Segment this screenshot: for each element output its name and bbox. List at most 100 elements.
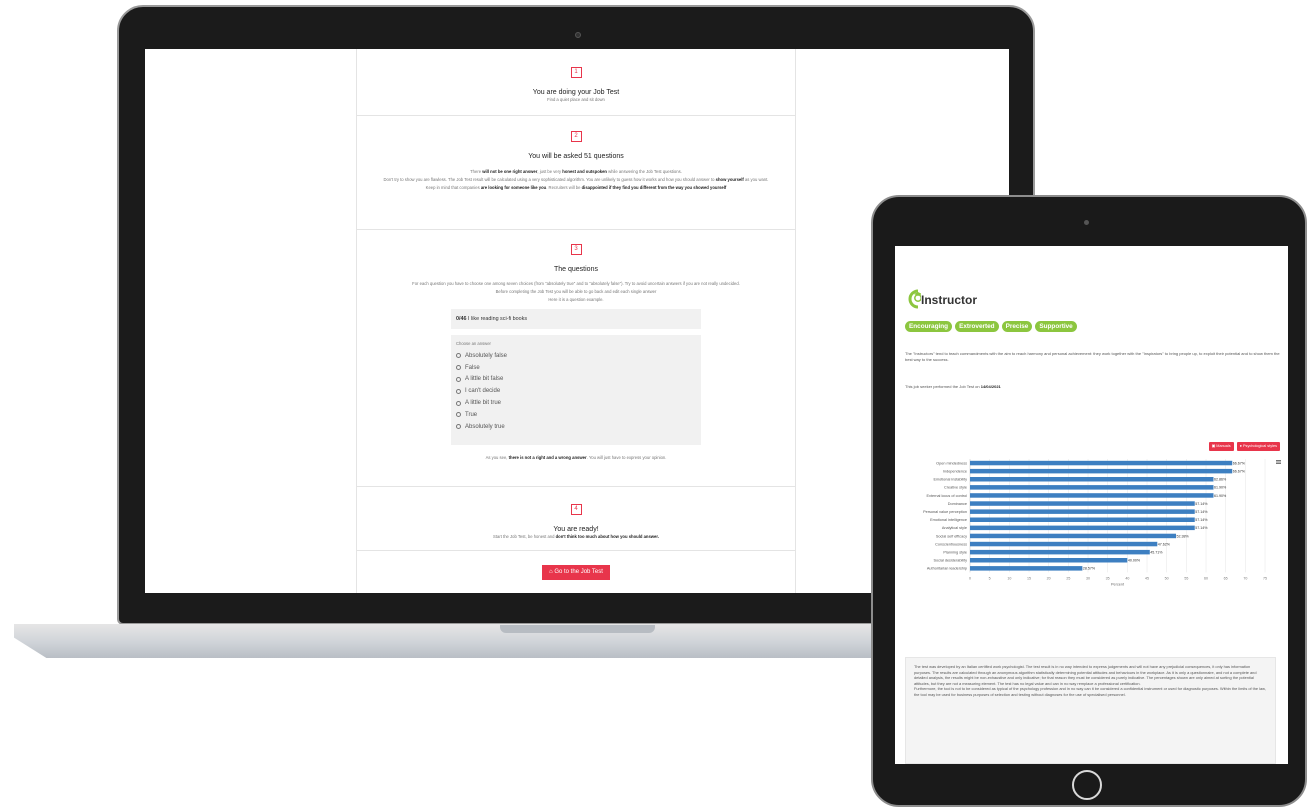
data-label: 57.14%: [1195, 510, 1208, 514]
data-label: 52.38%: [1177, 534, 1190, 538]
step-subtitle: Start the Job Test, be honest and don't …: [365, 534, 787, 540]
bold-text: disappointed if they find you different …: [581, 185, 727, 190]
text: Keep in mind that companies: [425, 185, 481, 190]
answer-option[interactable]: A little bit false: [456, 374, 696, 386]
step-3-section: 3 The questions For each question you ha…: [357, 230, 795, 487]
tablet-camera: [1084, 220, 1089, 225]
answer-option[interactable]: A little bit true: [456, 397, 696, 409]
test-date: 14/04/2021: [980, 384, 1001, 389]
step-text: Here it is a question example.: [548, 297, 604, 302]
x-tick-label: 25: [1066, 576, 1070, 580]
answer-option[interactable]: I can't decide: [456, 385, 696, 397]
bold-text: there is not a right and a wrong answer: [508, 455, 587, 460]
step-title: You are doing your Job Test: [532, 89, 620, 96]
bar: [970, 517, 1195, 522]
chart-menu-icon[interactable]: [1276, 460, 1281, 464]
tag-badge: Precise: [1001, 321, 1033, 332]
option-label: True: [465, 411, 478, 418]
button-label: Psychological styles: [1243, 444, 1277, 448]
x-tick-label: 40: [1125, 576, 1129, 580]
question-counter: 0/46: [456, 316, 467, 322]
bold-text: will not be one right answer: [482, 169, 538, 174]
data-label: 66.67%: [1233, 461, 1246, 465]
instructor-profile-icon: [908, 289, 921, 309]
x-tick-label: 35: [1106, 576, 1110, 580]
go-to-job-test-button[interactable]: ⌂ Go to the Job Test: [542, 565, 610, 580]
step-2-section: 2 You will be asked 51 questions There w…: [357, 116, 795, 230]
text: This job seeker performed the Job Test o…: [905, 384, 981, 389]
radio-button[interactable]: [456, 424, 461, 430]
category-label: Open mindedness: [936, 461, 967, 465]
menu-line: [1276, 463, 1281, 464]
tablet-screen: Instructor Encouraging Extroverted Preci…: [895, 246, 1288, 764]
answer-box: Choose an answer Absolutely false False …: [451, 335, 701, 445]
bar: [970, 558, 1128, 563]
home-icon: ⌂: [549, 569, 553, 575]
data-label: 57.14%: [1195, 518, 1208, 522]
text: Start the Job Test, be honest and: [493, 534, 556, 539]
step-footer-text: As you see, there is not a right and a w…: [365, 455, 787, 461]
category-label: Social self efficacy: [936, 534, 967, 538]
step-text: Before completing the Job Test you will …: [495, 289, 657, 294]
manuals-button[interactable]: ▣ Manuals: [1208, 442, 1234, 451]
disclaimer-box: The test was developed by an Italian cer…: [905, 657, 1276, 764]
tag-badge: Extroverted: [955, 321, 999, 332]
psychological-styles-button[interactable]: ● Psychological styles: [1236, 442, 1280, 451]
data-label: 62.86%: [1214, 478, 1227, 482]
bold-text: are looking for someone like you: [480, 185, 547, 190]
option-label: False: [465, 364, 480, 371]
answer-option[interactable]: False: [456, 362, 696, 374]
radio-button[interactable]: [456, 400, 461, 406]
cta-area: ⌂ Go to the Job Test: [357, 551, 795, 580]
x-axis-title: Percent: [1111, 582, 1125, 586]
category-label: Personal value perception: [923, 510, 967, 514]
radio-button[interactable]: [456, 365, 461, 371]
category-label: Analytical style: [942, 526, 967, 530]
category-label: Social desiderability: [933, 559, 967, 563]
step-title: You will be asked 51 questions: [528, 153, 624, 160]
step-text: For each question you have to choose one…: [412, 281, 740, 286]
radio-button[interactable]: [456, 376, 461, 382]
bar: [970, 509, 1195, 514]
step-text: There will not be one right answer, just…: [365, 169, 787, 175]
x-tick-label: 45: [1145, 576, 1149, 580]
radio-button[interactable]: [456, 353, 461, 359]
x-tick-label: 55: [1184, 576, 1188, 580]
step-4-section: 4 You are ready! Start the Job Test, be …: [357, 487, 795, 551]
radio-button[interactable]: [456, 388, 461, 394]
x-tick-label: 0: [969, 576, 971, 580]
bar: [970, 493, 1214, 498]
bar: [970, 477, 1214, 482]
radio-button[interactable]: [456, 412, 461, 418]
test-date-text: This job seeker performed the Job Test o…: [905, 384, 1001, 389]
disclaimer-text: The test was developed by an Italian cer…: [914, 664, 1266, 697]
answer-option[interactable]: True: [456, 409, 696, 421]
bold-text: show yourself: [715, 177, 744, 182]
answer-option[interactable]: Absolutely false: [456, 350, 696, 362]
bar: [970, 566, 1083, 571]
text: There: [470, 169, 483, 174]
category-label: Dominance: [948, 502, 967, 506]
tablet-home-button[interactable]: [1072, 770, 1102, 800]
answer-option[interactable]: Absolutely true: [456, 421, 696, 433]
menu-line: [1276, 461, 1281, 463]
data-label: 57.14%: [1195, 526, 1208, 530]
step-title: The questions: [554, 266, 598, 273]
option-label: A little bit false: [465, 376, 504, 383]
category-label: Emotional instability: [933, 478, 967, 482]
category-label: External locus of control: [926, 494, 967, 498]
data-label: 57.14%: [1195, 502, 1208, 506]
category-label: Conscientiousness: [935, 542, 967, 546]
bar: [970, 485, 1214, 490]
choose-answer-label: Choose an answer: [456, 341, 491, 346]
x-tick-label: 30: [1086, 576, 1090, 580]
x-tick-label: 5: [989, 576, 991, 580]
tag-badge: Encouraging: [905, 321, 953, 332]
step-number: 1: [570, 67, 582, 78]
attitudes-bar-chart: 0 5 10 15 20 25 30 35 40 45 50 55 60 65 70 75 Percent Ope…: [923, 459, 1281, 586]
bar: [970, 549, 1150, 555]
job-test-intro-column: 1 You are doing your Job Test Find a qui…: [356, 49, 796, 593]
step-subtitle: Find a quiet place and sit down: [547, 97, 605, 102]
bar: [970, 533, 1177, 539]
text: Don't try to show you are flawless. The …: [383, 177, 716, 182]
